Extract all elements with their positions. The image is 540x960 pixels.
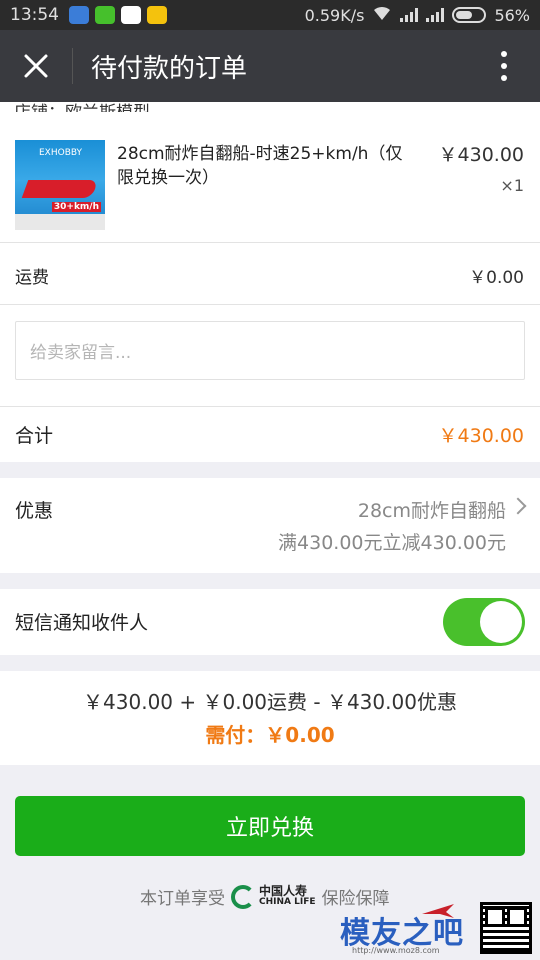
app-bar: 待付款的订单 [0,30,540,102]
close-button[interactable] [0,30,72,102]
divider [0,242,540,243]
redeem-now-button[interactable]: 立即兑换 [15,796,525,856]
total-value: ￥430.00 [438,425,524,447]
shop-name-partial: 店铺：欧兰斯模型 [14,98,150,112]
close-icon [24,54,48,78]
amount-due: 需付：￥0.00 [205,723,335,747]
status-time: 13:54 [10,5,59,25]
divider [0,304,540,305]
china-life-en: CHINA LIFE [259,896,316,907]
discount-label: 优惠 [15,500,54,522]
seller-message-input[interactable]: 给卖家留言... [15,321,525,380]
china-life-logo: 中国人寿 CHINA LIFE [231,883,316,909]
signal-icon [400,8,419,22]
more-menu-button[interactable] [468,30,540,102]
product-image-speed: 30+km/h [51,202,101,212]
page-title: 待付款的订单 [91,53,248,84]
divider [0,406,540,407]
watermark-url: http://www.moz8.com [352,946,440,955]
shipping-value: ￥0.00 [469,268,524,288]
discount-section[interactable] [0,478,540,573]
product-image-banner [15,214,105,230]
product-quantity: ×1 [500,176,524,195]
battery-icon [452,7,487,23]
toggle-knob [480,601,522,643]
product-name[interactable]: 28cm耐炸自翻船-时速25+km/h（仅限兑换一次） [117,142,417,190]
total-label: 合计 [15,425,54,447]
sms-toggle[interactable] [443,598,525,646]
wechat-icon [95,6,115,24]
boat-graphic [21,180,99,198]
discount-name: 28cm耐炸自翻船 [357,500,506,522]
insurance-footer: 本订单享受 中国人寿 CHINA LIFE 保险保障 [140,884,390,909]
shipping-label: 运费 [15,268,49,288]
seller-message-placeholder: 给卖家留言... [30,343,132,363]
play-store-icon [147,6,167,24]
footer-suffix: 保险保障 [321,889,390,909]
footer-prefix: 本订单享受 [140,889,225,909]
china-life-cn: 中国人寿 [259,883,308,898]
sms-label: 短信通知收件人 [15,612,149,634]
product-image-brand: EXHOBBY [39,148,83,158]
product-price: ￥430.00 [438,144,524,166]
battery-level: 56% [494,5,530,25]
discount-detail: 满430.00元立减430.00元 [278,532,506,554]
status-bar: 13:54 0.59K/s 56% [0,0,540,30]
qq-icon [121,6,141,24]
china-life-icon [231,884,255,909]
payment-breakdown: ￥430.00 + ￥0.00运费 - ￥430.00优惠 [83,690,457,714]
network-speed: 0.59K/s [304,5,365,25]
app-notification-icon [69,6,89,24]
signal-icon-2 [426,8,445,22]
qr-code-icon [480,902,532,954]
more-dot-icon [501,51,507,57]
product-image[interactable]: EXHOBBY 30+km/h [15,140,105,230]
wifi-icon [372,5,392,25]
appbar-divider [72,48,73,84]
